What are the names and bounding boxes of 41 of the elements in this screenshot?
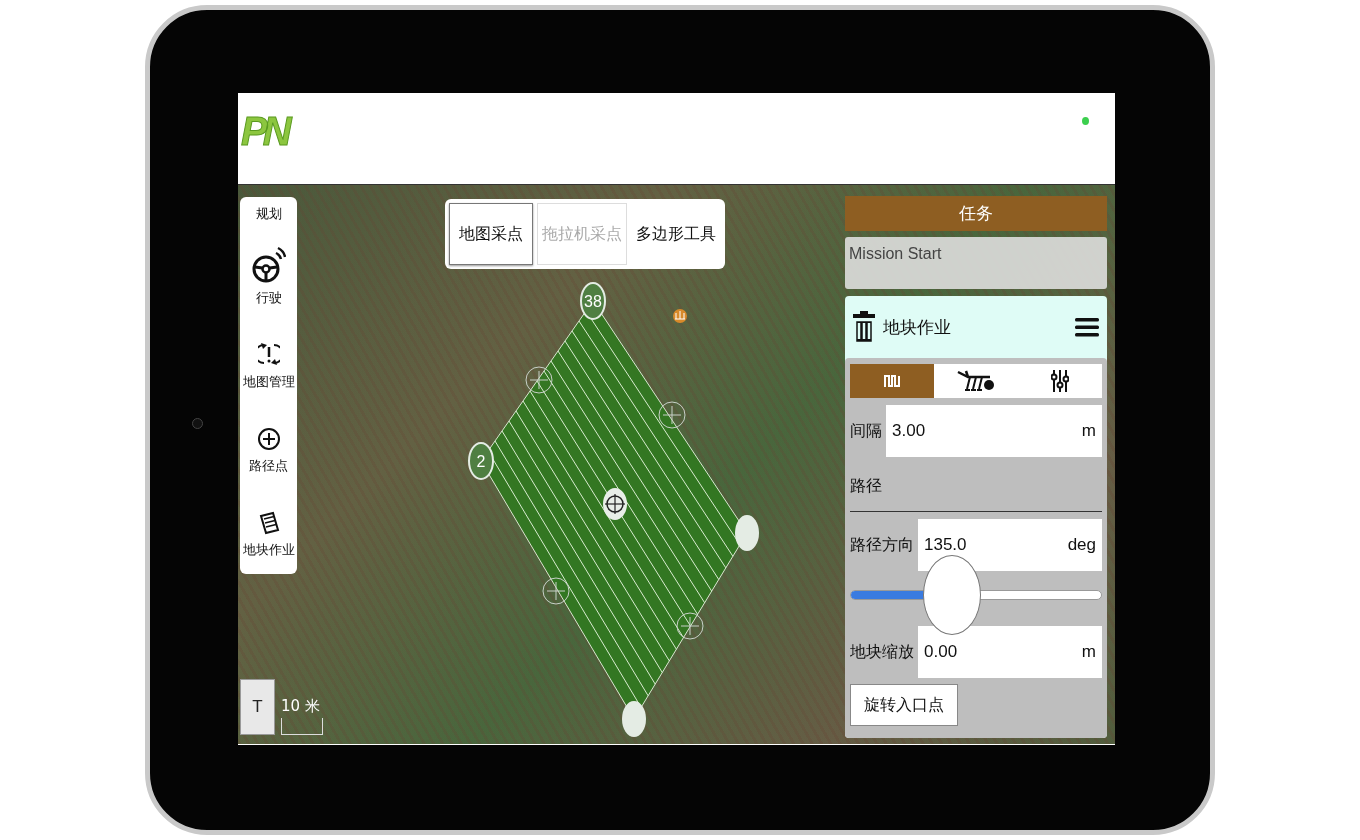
toolbar-item[interactable]: 地图管理 (242, 317, 295, 391)
rotate-entry-button[interactable]: 旋转入口点 (850, 684, 958, 726)
vertex-handle[interactable] (622, 701, 646, 737)
toolbar-item[interactable]: 地块作业 (242, 485, 295, 559)
add-point-icon[interactable] (542, 577, 570, 605)
plus-circle-icon (256, 427, 281, 451)
toolbar-item[interactable]: 路径点 (249, 401, 288, 475)
mission-item[interactable]: Mission Start (845, 237, 1107, 289)
center-target-icon[interactable] (603, 488, 627, 520)
mode-button[interactable]: 地图采点 (449, 203, 533, 265)
scale-label: 10 米 (281, 697, 320, 716)
plow-icon (956, 369, 996, 393)
add-point-icon[interactable] (525, 366, 553, 394)
marker-icon (673, 309, 687, 323)
field-label: 间隔 (850, 420, 883, 442)
camera-dot (192, 418, 203, 429)
logo: PN (241, 111, 287, 151)
add-point-icon[interactable] (676, 612, 704, 640)
offset-field[interactable]: 0.00 m (918, 626, 1102, 678)
sliders-icon (1051, 369, 1069, 393)
card-title: 地块作业 (883, 315, 951, 339)
vertex-handle[interactable] (735, 515, 759, 551)
scale-bar (281, 718, 323, 735)
field-label: 路径方向 (850, 534, 915, 556)
vertex-handle[interactable]: 2 (468, 442, 494, 480)
vertex-handle[interactable]: 38 (580, 282, 606, 320)
add-point-icon[interactable] (658, 401, 686, 429)
steering-wheel-icon (251, 245, 286, 283)
task-header: 任务 (845, 196, 1107, 231)
section-title: 路径 (850, 461, 1102, 512)
toolbar-item[interactable]: 行驶 (251, 233, 286, 307)
trash-icon[interactable] (853, 311, 875, 343)
menu-icon[interactable] (1075, 317, 1099, 337)
spacing-field[interactable]: 3.00 m (886, 405, 1102, 457)
direction-field[interactable]: 135.0 deg (918, 519, 1102, 571)
toolbar-title: 规划 (255, 205, 282, 223)
rotate-arrows-icon (257, 341, 280, 367)
layers-icon (257, 511, 280, 535)
wave-icon (884, 373, 900, 389)
field-label: 地块缩放 (850, 641, 915, 663)
layer-button[interactable]: T (240, 679, 275, 735)
